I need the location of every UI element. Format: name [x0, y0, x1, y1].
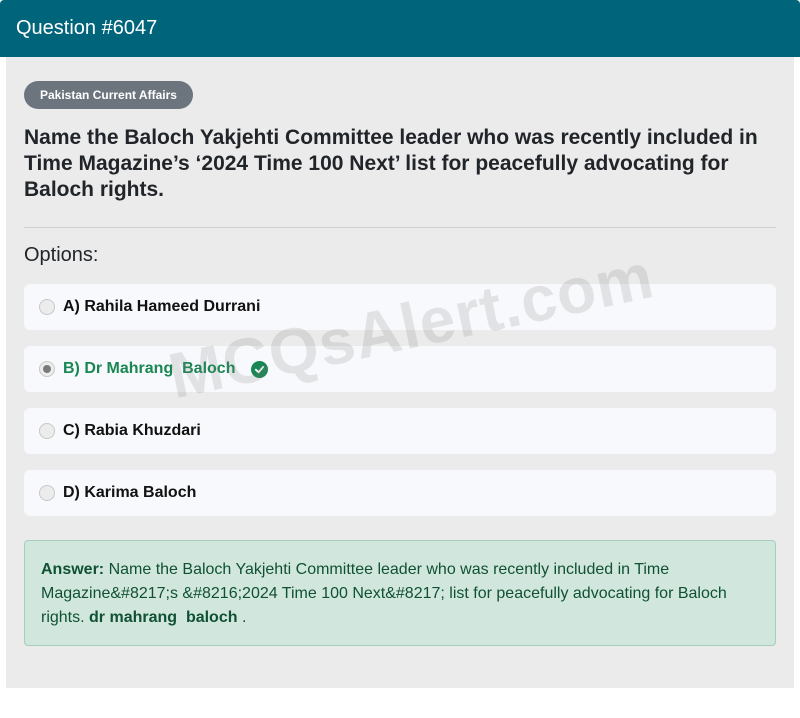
answer-box: Answer: Name the Baloch Yakjehti Committ… [24, 540, 776, 646]
answer-prefix: Answer: [41, 561, 105, 578]
option-d[interactable]: D) Karima Baloch [24, 470, 776, 516]
option-c-label: C) Rabia Khuzdari [63, 422, 201, 439]
option-c-radio[interactable] [39, 423, 55, 439]
question-number: Question #6047 [16, 17, 158, 39]
question-header: Question #6047 [0, 0, 800, 57]
options-label: Options: [24, 244, 99, 266]
option-a-radio[interactable] [39, 299, 55, 315]
option-d-label: D) Karima Baloch [63, 484, 197, 501]
option-b-radio[interactable] [39, 361, 55, 377]
option-a-label: A) Rahila Hameed Durrani [63, 298, 261, 315]
question-text: Name the Baloch Yakjehti Committee leade… [24, 126, 758, 201]
card-edge [0, 57, 6, 688]
option-c[interactable]: C) Rabia Khuzdari [24, 408, 776, 454]
question-body: Pakistan Current Affairs Name the Baloch… [6, 57, 794, 688]
divider [24, 227, 776, 228]
category-badge[interactable]: Pakistan Current Affairs [24, 81, 193, 109]
answer-suffix: . [241, 609, 247, 626]
answer-value: dr mahrang baloch [89, 609, 238, 626]
option-d-radio[interactable] [39, 485, 55, 501]
